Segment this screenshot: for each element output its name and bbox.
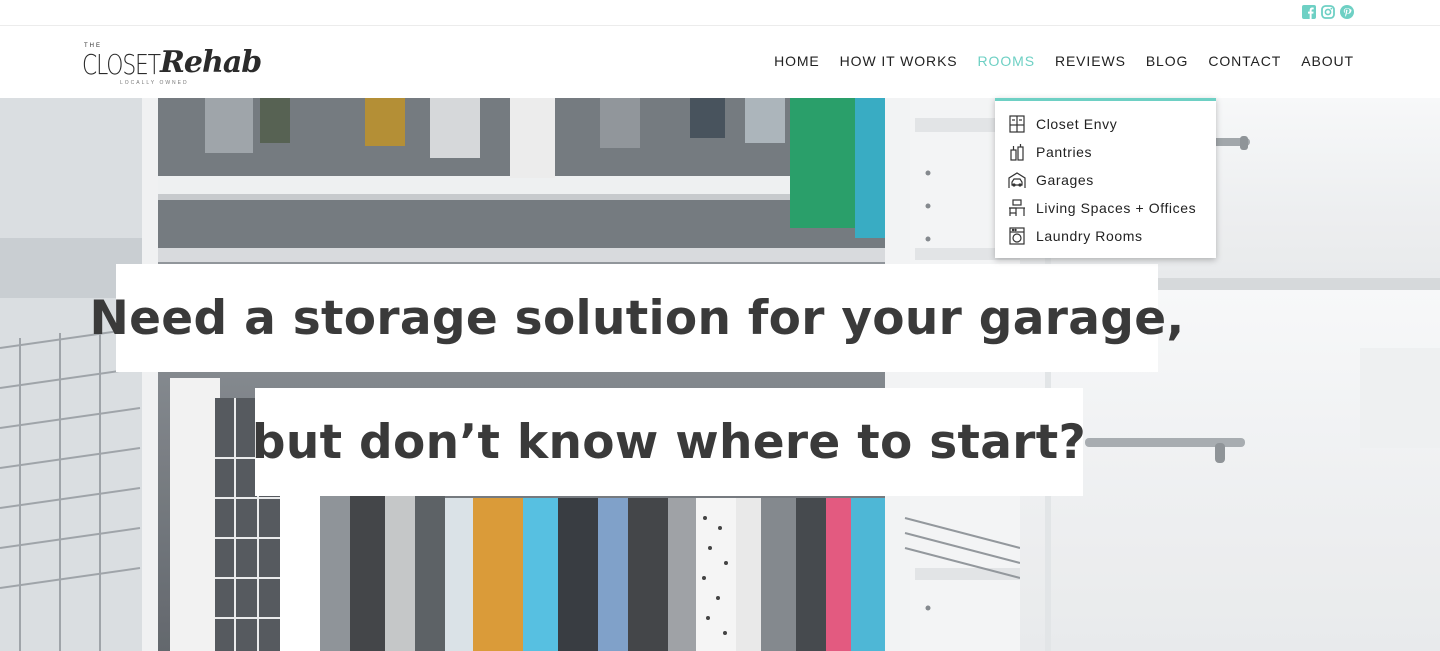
logo-rehab-text: Rehab bbox=[160, 45, 262, 80]
pinterest-icon[interactable] bbox=[1340, 5, 1354, 19]
desk-icon bbox=[1007, 198, 1027, 218]
hero-headline-line-1: Need a storage solution for your garage, bbox=[89, 264, 1184, 372]
menu-item-closet-envy[interactable]: Closet Envy bbox=[995, 110, 1216, 138]
site-header: THE CLOSET Rehab LOCALLY OWNED HOME HOW … bbox=[0, 26, 1440, 98]
closet-icon bbox=[1007, 114, 1027, 134]
menu-item-pantries[interactable]: Pantries bbox=[995, 138, 1216, 166]
nav-about[interactable]: ABOUT bbox=[1301, 53, 1354, 69]
menu-item-garages[interactable]: Garages bbox=[995, 166, 1216, 194]
washing-machine-icon bbox=[1007, 226, 1027, 246]
menu-item-label: Laundry Rooms bbox=[1036, 228, 1143, 244]
logo-closet-text: CLOSET bbox=[82, 48, 161, 81]
hero-headline-line-2: but don’t know where to start? bbox=[252, 388, 1086, 496]
rooms-dropdown-menu: Closet Envy Pantries Garages Living Spac… bbox=[995, 98, 1216, 258]
nav-how-it-works[interactable]: HOW IT WORKS bbox=[840, 53, 958, 69]
logo-tagline: LOCALLY OWNED bbox=[120, 80, 189, 86]
menu-item-laundry-rooms[interactable]: Laundry Rooms bbox=[995, 222, 1216, 250]
menu-item-label: Garages bbox=[1036, 172, 1094, 188]
nav-rooms[interactable]: ROOMS bbox=[978, 53, 1035, 69]
bottles-icon bbox=[1007, 142, 1027, 162]
menu-item-label: Closet Envy bbox=[1036, 116, 1118, 132]
nav-contact[interactable]: CONTACT bbox=[1208, 53, 1281, 69]
menu-item-living-spaces-offices[interactable]: Living Spaces + Offices bbox=[995, 194, 1216, 222]
nav-reviews[interactable]: REVIEWS bbox=[1055, 53, 1126, 69]
garage-car-icon bbox=[1007, 170, 1027, 190]
main-nav: HOME HOW IT WORKS ROOMS REVIEWS BLOG CON… bbox=[754, 53, 1354, 69]
menu-item-label: Pantries bbox=[1036, 144, 1093, 160]
hero-overlay bbox=[0, 98, 1440, 651]
social-links bbox=[1302, 5, 1354, 19]
top-utility-bar bbox=[0, 0, 1440, 26]
hero-section bbox=[0, 98, 1440, 651]
facebook-icon[interactable] bbox=[1302, 5, 1316, 19]
site-logo[interactable]: THE CLOSET Rehab LOCALLY OWNED bbox=[82, 43, 262, 87]
nav-blog[interactable]: BLOG bbox=[1146, 53, 1189, 69]
nav-home[interactable]: HOME bbox=[774, 53, 820, 69]
instagram-icon[interactable] bbox=[1321, 5, 1335, 19]
menu-item-label: Living Spaces + Offices bbox=[1036, 200, 1197, 216]
